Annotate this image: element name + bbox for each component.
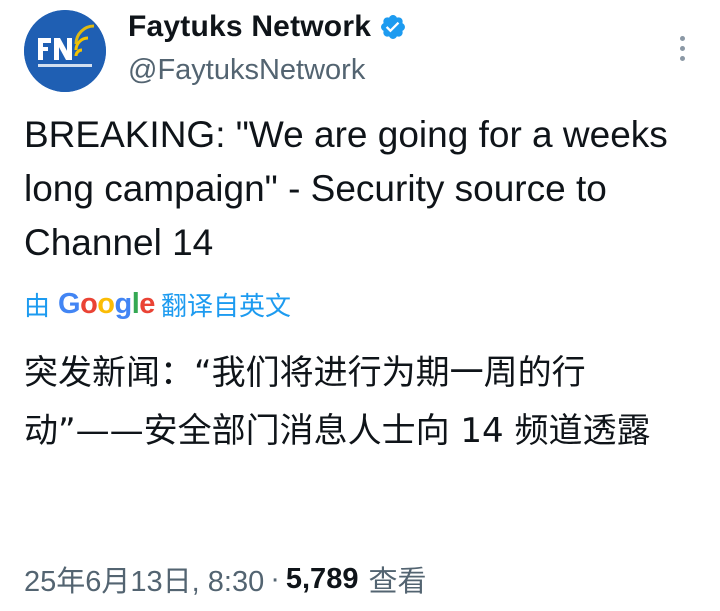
- translation-source-label: 翻译自英文: [160, 290, 291, 321]
- display-name-row: Faytuks Network: [128, 10, 407, 44]
- faytuks-logo-icon: [24, 10, 106, 92]
- translated-text: 突发新闻：“我们将进行为期一周的行动”——安全部门消息人士向 14 频道透露: [24, 353, 651, 451]
- separator: ·: [270, 562, 280, 595]
- views-label: 查看: [368, 566, 427, 598]
- handle[interactable]: @FaytuksNetwork: [128, 54, 407, 87]
- author-names: Faytuks Network @FaytuksNetwork: [128, 10, 407, 87]
- tweet-meta: 25年6月13日, 8:30 · 5,789 查看: [24, 558, 426, 600]
- translation-attribution[interactable]: 由 Google 翻译自英文: [24, 284, 291, 324]
- more-options-icon[interactable]: [676, 36, 688, 66]
- display-name[interactable]: Faytuks Network: [128, 10, 371, 44]
- translation-by-label: 由: [24, 290, 51, 321]
- tweet-text: BREAKING: "We are going for a weeks long…: [24, 114, 668, 263]
- tweet-header: Faytuks Network @FaytuksNetwork: [24, 10, 696, 92]
- tweet: Faytuks Network @FaytuksNetwork BREAKING…: [0, 0, 720, 611]
- google-logo-icon: Google: [58, 287, 155, 320]
- views-count: 5,789: [285, 562, 359, 595]
- timestamp[interactable]: 25年6月13日, 8:30: [24, 558, 264, 600]
- verified-badge-icon[interactable]: [379, 13, 407, 41]
- avatar[interactable]: [24, 10, 106, 92]
